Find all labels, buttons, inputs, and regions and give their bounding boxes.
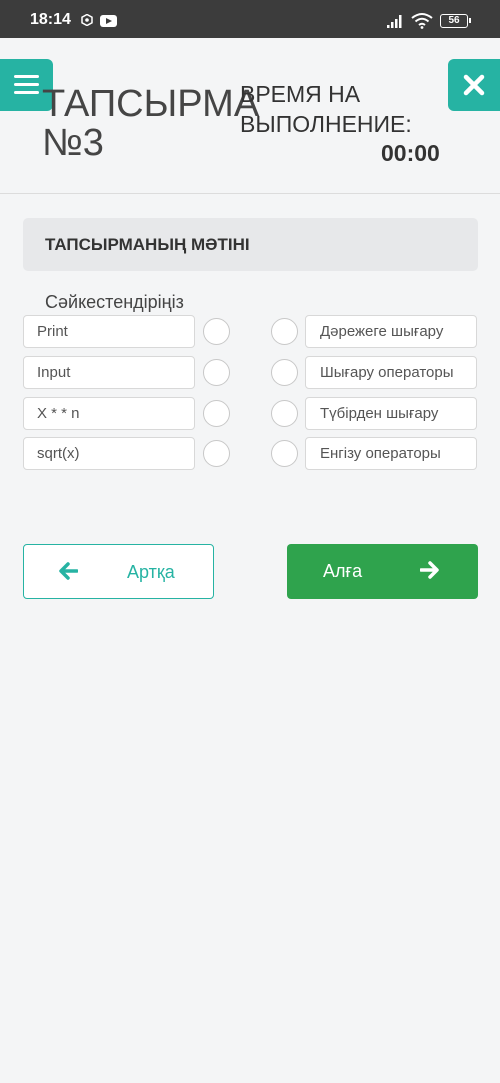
arrow-right-icon xyxy=(420,561,439,579)
header: ТАПСЫРМА №3 ВРЕМЯ НА ВЫПОЛНЕНИЕ: 00:00 xyxy=(0,38,500,194)
left-connector-4[interactable] xyxy=(203,440,230,467)
task-text-title: ТАПСЫРМАНЫҢ МӘТІНІ xyxy=(45,235,250,254)
arrow-left-icon xyxy=(59,562,78,580)
task-text-box: ТАПСЫРМАНЫҢ МӘТІНІ xyxy=(23,218,478,271)
match-right-item-1[interactable]: Дәрежеге шығару xyxy=(305,315,477,348)
left-connector-2[interactable] xyxy=(203,359,230,386)
match-left-item-1[interactable]: Print xyxy=(23,315,195,348)
right-connector-2[interactable] xyxy=(271,359,298,386)
youtube-icon xyxy=(100,15,117,27)
timer-value: 00:00 xyxy=(381,140,440,166)
hamburger-icon xyxy=(14,75,39,78)
timer-label-line2: ВЫПОЛНЕНИЕ: xyxy=(240,111,412,137)
status-time: 18:14 xyxy=(30,11,71,28)
settings-hex-icon xyxy=(81,14,93,26)
left-connector-3[interactable] xyxy=(203,400,230,427)
close-icon xyxy=(463,74,485,96)
next-button[interactable]: Алға xyxy=(287,544,478,599)
status-bar: 18:14 56 xyxy=(0,0,500,38)
right-connector-1[interactable] xyxy=(271,318,298,345)
back-button[interactable]: Артқа xyxy=(23,544,214,599)
match-right-item-2[interactable]: Шығару операторы xyxy=(305,356,477,389)
match-left-item-2[interactable]: Input xyxy=(23,356,195,389)
match-right-item-3[interactable]: Түбірден шығару xyxy=(305,397,477,430)
task-number-title: ТАПСЫРМА xyxy=(42,83,260,125)
battery-icon: 56 xyxy=(440,14,471,28)
match-left-item-3[interactable]: X * * n xyxy=(23,397,195,430)
match-right-item-4[interactable]: Енгізу операторы xyxy=(305,437,477,470)
timer-label-line1: ВРЕМЯ НА xyxy=(240,81,361,107)
signal-icon xyxy=(387,15,402,28)
right-connector-4[interactable] xyxy=(271,440,298,467)
task-number: №3 xyxy=(42,122,104,164)
wifi-icon xyxy=(411,13,433,29)
right-connector-3[interactable] xyxy=(271,400,298,427)
instruction-text: Сәйкестендіріңіз xyxy=(45,292,184,312)
match-left-item-4[interactable]: sqrt(x) xyxy=(23,437,195,470)
back-button-label: Артқа xyxy=(127,562,175,582)
close-button[interactable] xyxy=(448,59,500,111)
left-connector-1[interactable] xyxy=(203,318,230,345)
next-button-label: Алға xyxy=(323,561,363,581)
